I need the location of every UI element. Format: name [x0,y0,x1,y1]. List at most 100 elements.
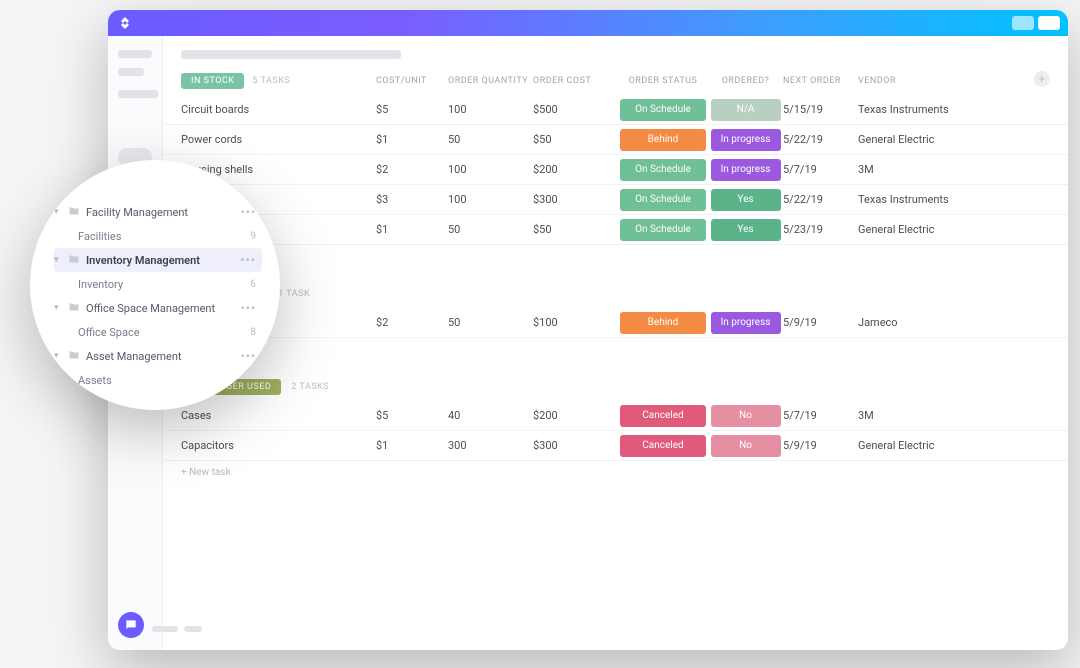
cell-cost[interactable]: $3 [376,193,448,206]
new-task-button[interactable]: + New task [163,245,1068,276]
cell-cost[interactable]: $2 [376,316,448,329]
cell-next[interactable]: 5/9/19 [783,316,858,329]
table-row[interactable]: Ribbon cables $1 50 $50 On Schedule Yes … [163,215,1068,245]
cell-ordered[interactable]: No [708,405,783,427]
cell-cost[interactable]: $5 [376,103,448,116]
cell-ordered[interactable]: In progress [708,129,783,151]
cell-vendor[interactable]: Texas Instruments [858,103,988,116]
cell-ordercost[interactable]: $100 [533,316,618,329]
cell-ordercost[interactable]: $200 [533,163,618,176]
cell-next[interactable]: 5/9/19 [783,439,858,452]
cell-vendor[interactable]: General Electric [858,439,988,452]
sidebar-item-label: Inventory Management [86,254,234,267]
placeholder [118,90,158,98]
sidebar-child-item[interactable]: Inventory6 [54,272,262,296]
table-row[interactable]: Displays $3 100 $300 On Schedule Yes 5/2… [163,185,1068,215]
cell-vendor[interactable]: Jameco [858,316,988,329]
cell-vendor[interactable]: 3M [858,163,988,176]
more-icon[interactable]: ••• [241,349,256,363]
cell-ordercost[interactable]: $200 [533,409,618,422]
col-qty[interactable]: ORDER QUANTITY [448,76,533,86]
task-name[interactable]: Cases [181,409,376,422]
col-ordered[interactable]: ORDERED? [708,76,783,86]
cell-ordered[interactable]: N/A [708,99,783,121]
cell-next[interactable]: 5/7/19 [783,163,858,176]
cell-qty[interactable]: 50 [448,223,533,236]
task-name[interactable]: Circuit boards [181,103,376,116]
cell-ordercost[interactable]: $500 [533,103,618,116]
cell-ordered[interactable]: In progress [708,312,783,334]
sidebar-child-item[interactable]: Assets10 [54,368,262,392]
cell-cost[interactable]: $5 [376,409,448,422]
cell-ordered[interactable]: No [708,435,783,457]
cell-qty[interactable]: 50 [448,133,533,146]
new-task-button[interactable]: + New task [163,338,1068,369]
cell-cost[interactable]: $1 [376,223,448,236]
table-row[interactable]: USB cords $2 50 $100 Behind In progress … [163,308,1068,338]
cell-vendor[interactable]: General Electric [858,223,988,236]
table-row[interactable]: Housing shells $2 100 $200 On Schedule I… [163,155,1068,185]
cell-next[interactable]: 5/15/19 [783,103,858,116]
cell-ordered[interactable]: Yes [708,189,783,211]
col-status[interactable]: ORDER STATUS [618,76,708,86]
group-pill-in-stock[interactable]: IN STOCK [181,73,244,89]
table-row[interactable]: Circuit boards $5 100 $500 On Schedule N… [163,95,1068,125]
minimize-button[interactable] [1012,16,1034,30]
chat-icon[interactable] [118,612,144,638]
cell-ordercost[interactable]: $50 [533,133,618,146]
sidebar-child-item[interactable]: Facilities9 [54,224,262,248]
col-next[interactable]: NEXT ORDER [783,76,858,86]
table-row[interactable]: Capacitors $1 300 $300 Canceled No 5/9/1… [163,431,1068,461]
cell-status[interactable]: On Schedule [618,219,708,241]
more-icon[interactable]: ••• [241,301,256,315]
new-task-button[interactable]: + New task [163,461,1068,492]
col-vendor[interactable]: VENDOR [858,76,988,86]
cell-next[interactable]: 5/23/19 [783,223,858,236]
cell-status[interactable]: On Schedule [618,99,708,121]
sidebar-folder-item[interactable]: ▾Facility Management••• [54,200,262,224]
cell-vendor[interactable]: 3M [858,409,988,422]
sidebar-folder-item[interactable]: ▾Inventory Management••• [54,248,262,272]
more-icon[interactable]: ••• [240,253,256,267]
col-cost[interactable]: COST/UNIT [376,76,448,86]
cell-cost[interactable]: $1 [376,439,448,452]
cell-qty[interactable]: 100 [448,103,533,116]
cell-status[interactable]: Behind [618,129,708,151]
cell-ordered[interactable]: Yes [708,219,783,241]
cell-cost[interactable]: $1 [376,133,448,146]
add-column-button[interactable]: + [1034,71,1050,87]
cell-vendor[interactable]: General Electric [858,133,988,146]
cell-status[interactable]: Canceled [618,435,708,457]
task-name[interactable]: Power cords [181,133,376,146]
cell-qty[interactable]: 40 [448,409,533,422]
cell-ordercost[interactable]: $300 [533,439,618,452]
title-bar [108,10,1068,36]
sidebar-folder-item[interactable]: ▾Asset Management••• [54,344,262,368]
cell-qty[interactable]: 100 [448,163,533,176]
sidebar-child-item[interactable]: Office Space8 [54,320,262,344]
cell-qty[interactable]: 100 [448,193,533,206]
cell-status[interactable]: Canceled [618,405,708,427]
col-ordercost[interactable]: ORDER COST [533,76,618,86]
cell-next[interactable]: 5/7/19 [783,409,858,422]
sidebar-item-count: 8 [250,327,256,338]
cell-cost[interactable]: $2 [376,163,448,176]
more-icon[interactable]: ••• [241,205,256,219]
cell-qty[interactable]: 50 [448,316,533,329]
cell-ordercost[interactable]: $50 [533,223,618,236]
cell-ordered[interactable]: In progress [708,159,783,181]
cell-next[interactable]: 5/22/19 [783,193,858,206]
cell-status[interactable]: On Schedule [618,189,708,211]
cell-qty[interactable]: 300 [448,439,533,452]
table-row[interactable]: Cases $5 40 $200 Canceled No 5/7/19 3M [163,401,1068,431]
cell-vendor[interactable]: Texas Instruments [858,193,988,206]
cell-status[interactable]: On Schedule [618,159,708,181]
table-row[interactable]: Power cords $1 50 $50 Behind In progress… [163,125,1068,155]
cell-ordercost[interactable]: $300 [533,193,618,206]
cell-next[interactable]: 5/22/19 [783,133,858,146]
chevron-down-icon: ▾ [54,303,62,313]
task-name[interactable]: Capacitors [181,439,376,452]
sidebar-folder-item[interactable]: ▾Office Space Management••• [54,296,262,320]
maximize-button[interactable] [1038,16,1060,30]
cell-status[interactable]: Behind [618,312,708,334]
